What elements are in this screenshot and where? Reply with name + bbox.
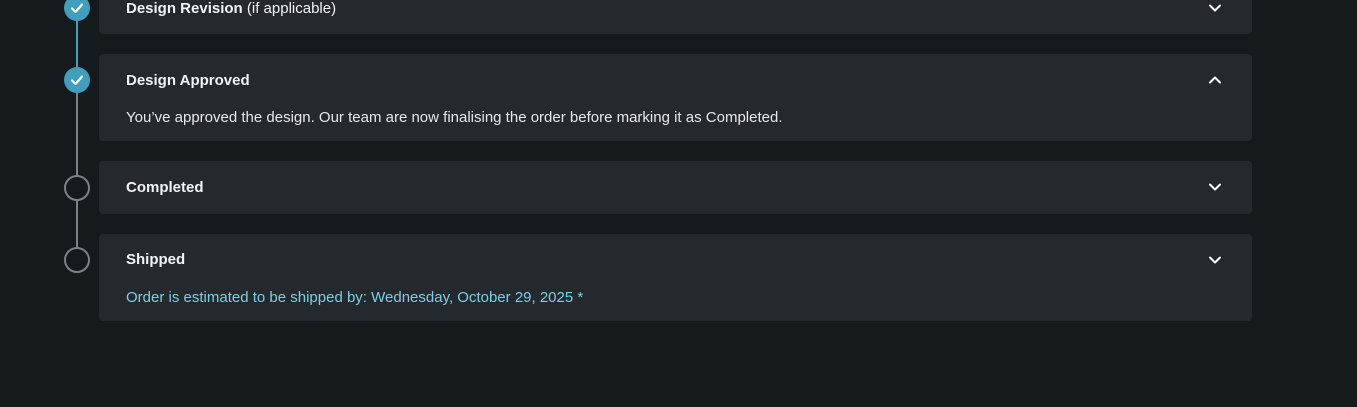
- step-title: Design Approved: [126, 72, 250, 89]
- step-title: Completed: [126, 179, 204, 196]
- timeline-connector-pending: [76, 92, 78, 176]
- chevron-down-icon[interactable]: [1208, 180, 1222, 194]
- step-card-design-revision[interactable]: Design Revision (if applicable): [99, 0, 1252, 34]
- chevron-up-icon[interactable]: [1208, 73, 1222, 87]
- step-card-completed[interactable]: Completed: [99, 161, 1252, 214]
- step-title-suffix: (if applicable): [246, 0, 337, 17]
- step-card-shipped[interactable]: Shipped Order is estimated to be shipped…: [99, 234, 1252, 321]
- timeline-connector-pending: [76, 200, 78, 248]
- step-complete-check-icon: [64, 0, 90, 21]
- chevron-down-icon[interactable]: [1208, 1, 1222, 15]
- order-progress-timeline: Design Revision (if applicable) Design A…: [0, 0, 1357, 407]
- step-title: Shipped: [126, 251, 186, 268]
- step-pending-circle-icon: [64, 175, 90, 201]
- shipping-estimate-text: Order is estimated to be shipped by: Wed…: [126, 289, 584, 306]
- chevron-down-icon[interactable]: [1208, 253, 1222, 267]
- step-title: Design Revision (if applicable): [126, 0, 336, 17]
- step-card-design-approved[interactable]: Design Approved You’ve approved the desi…: [99, 54, 1252, 141]
- step-complete-check-icon: [64, 67, 90, 93]
- step-title-text: Design Revision: [126, 0, 243, 17]
- step-description: You’ve approved the design. Our team are…: [126, 109, 783, 126]
- step-pending-circle-icon: [64, 247, 90, 273]
